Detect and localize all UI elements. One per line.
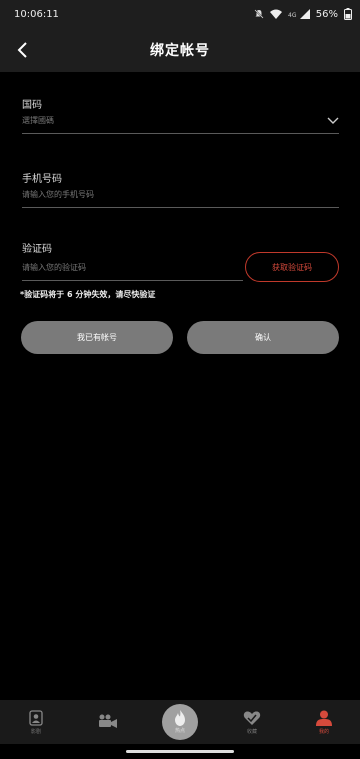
svg-text:4G: 4G [288,12,297,19]
tab-hot[interactable]: 热点 [150,700,210,744]
video-camera-icon [99,714,117,728]
user-icon [316,710,332,726]
battery-text: 56% [315,8,338,20]
tab-favorites-label: 收藏 [246,728,257,735]
code-label: 验证码 [22,244,52,255]
portrait-icon [29,709,43,726]
code-underline [22,280,243,281]
chevron-down-icon[interactable] [326,113,340,127]
tab-mine-label: 我的 [318,728,329,735]
status-time: 10:06:11 [14,8,59,20]
code-expiry-notice: *验证码将于 6 分钟失效，请尽快验证 [20,290,156,299]
back-button[interactable] [8,36,36,64]
country-code-underline [22,133,339,134]
tab-favorites[interactable]: 收藏 [222,700,282,744]
battery-icon [344,8,352,20]
phone-label: 手机号码 [22,174,62,185]
tab-video[interactable] [78,700,138,744]
heart-check-icon [243,710,261,725]
tab-drama-label: 影剧 [30,728,41,735]
country-code-label: 国码 [22,100,42,111]
country-code-select[interactable] [22,113,312,127]
get-code-button[interactable]: 获取验证码 [245,252,339,282]
wifi-icon [269,9,282,19]
chevron-left-icon [17,42,27,58]
bottom-tab-bar: 影剧 热点 收藏 我的 [0,700,360,744]
hot-tab-circle: 热点 [162,704,198,740]
have-account-button[interactable]: 我已有帐号 [21,321,173,354]
tab-mine[interactable]: 我的 [294,700,354,744]
app-header: 绑定帐号 [0,28,360,72]
confirm-button[interactable]: 确认 [187,321,339,354]
bell-off-icon [254,9,264,19]
tab-hot-label: 热点 [174,728,185,734]
code-input[interactable] [22,260,232,274]
tab-drama[interactable]: 影剧 [6,700,66,744]
system-nav-bar [0,744,360,759]
signal-icon: 4G [288,9,310,19]
home-indicator[interactable] [126,750,234,753]
flame-icon [175,710,185,726]
status-bar: 10:06:11 4G 56% [0,0,360,28]
status-icons: 4G 56% [254,8,352,20]
phone-input[interactable] [22,187,322,201]
phone-underline [22,207,339,208]
page-title: 绑定帐号 [150,43,210,59]
